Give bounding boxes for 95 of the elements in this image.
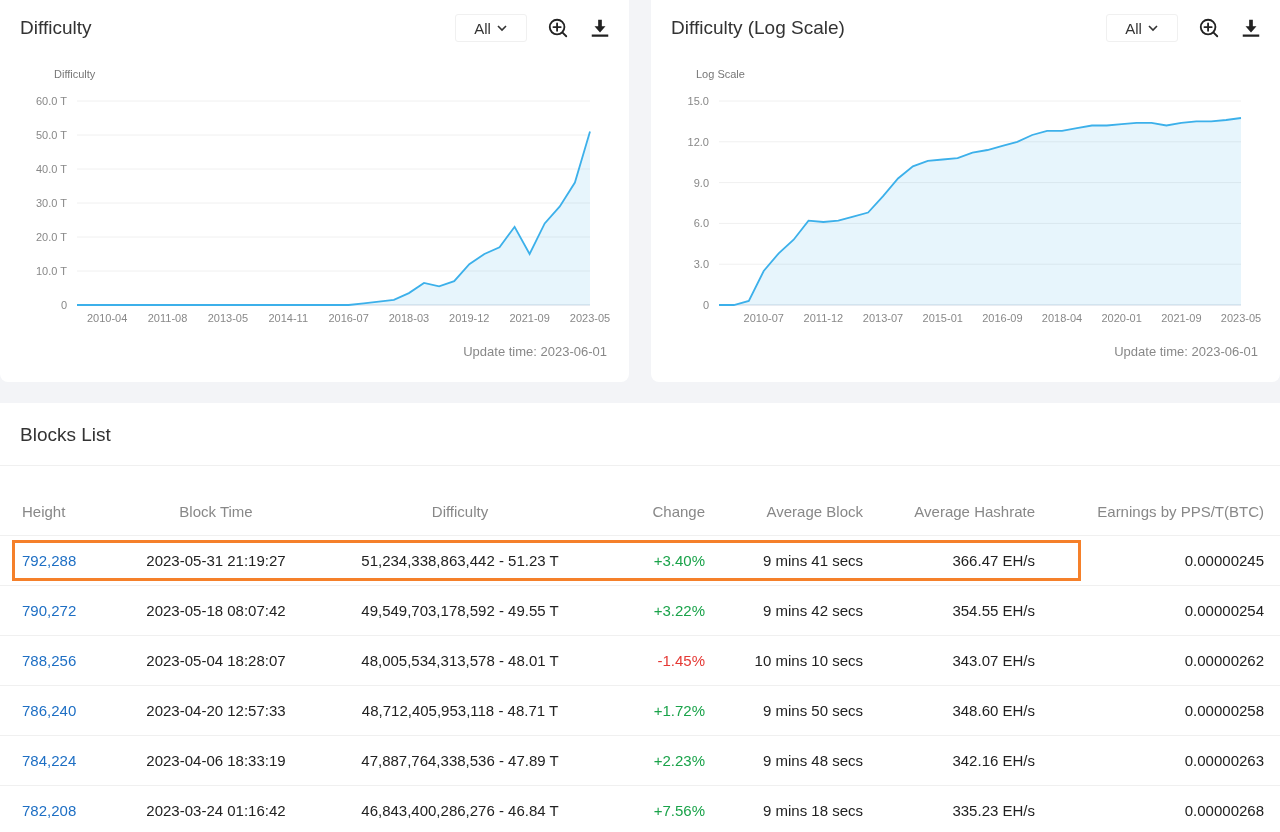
column-header: Change	[651, 503, 705, 520]
table-cell-text: 0.00000263	[1183, 752, 1264, 769]
table-cell-text: 48,005,534,313,578 - 48.01 T	[360, 652, 560, 669]
x-tick-label: 2021-09	[1161, 312, 1202, 324]
axis-title: Log Scale	[696, 68, 745, 80]
table-cell-text: +3.40%	[652, 552, 705, 569]
chevron-down-icon	[1146, 22, 1159, 34]
table-cell-text: 0.00000268	[1183, 802, 1264, 819]
table-cell-text: 2023-03-24 01:16:42	[145, 802, 287, 819]
table-cell-text: 9 mins 18 secs	[761, 802, 863, 819]
table-cell-text: 2023-04-20 12:57:33	[145, 702, 287, 719]
table-cell-text: 348.60 EH/s	[951, 702, 1035, 719]
x-tick-label: 2010-04	[87, 312, 128, 324]
table-cell-text: 335.23 EH/s	[951, 802, 1035, 819]
download-icon[interactable]	[589, 17, 611, 39]
table-cell-text: 48,712,405,953,118 - 48.71 T	[360, 702, 560, 719]
table-cell-text: 2023-05-31 21:19:27	[145, 552, 287, 569]
column-header: Earnings by PPS/T(BTC)	[1096, 503, 1264, 520]
table-cell-text: 9 mins 41 secs	[761, 552, 863, 569]
x-tick-label: 2011-08	[147, 312, 188, 324]
x-tick-label: 2013-07	[862, 312, 904, 324]
y-tick-label: 0	[60, 299, 67, 311]
x-tick-label: 2023-05	[1220, 312, 1261, 324]
update-time: Update time: 2023-06-01	[1113, 343, 1259, 359]
y-tick-label: 0	[702, 299, 709, 311]
section-title: Blocks List	[0, 403, 1280, 466]
table-cell-text: +7.56%	[652, 802, 705, 819]
y-tick-label: 30.0 T	[36, 197, 67, 209]
table-cell-text: 0.00000262	[1183, 652, 1264, 669]
table-cell-text: 366.47 EH/s	[951, 552, 1035, 569]
table-cell-text: 2023-05-04 18:28:07	[145, 652, 287, 669]
x-tick-label: 2018-04	[1041, 312, 1083, 324]
x-tick-label: 2016-07	[328, 312, 369, 324]
axis-title: Difficulty	[54, 68, 96, 80]
x-tick-label: 2018-03	[388, 312, 430, 324]
table-cell-text: +3.22%	[652, 602, 705, 619]
x-tick-label: 2011-12	[803, 312, 844, 324]
table-cell-text: 0.00000258	[1183, 702, 1264, 719]
zoom-in-icon[interactable]	[1198, 17, 1220, 39]
block-height-link[interactable]: 782,208	[12, 802, 122, 819]
table-cell-text: 0.00000254	[1183, 602, 1264, 619]
table-cell-text: 9 mins 50 secs	[761, 702, 863, 719]
block-height-link[interactable]: 784,224	[12, 752, 122, 769]
column-header: Average Block	[765, 503, 863, 520]
chart-title: Difficulty (Log Scale)	[671, 17, 845, 39]
block-height-link[interactable]: 788,256	[12, 652, 122, 669]
chart-title: Difficulty	[20, 17, 92, 39]
y-tick-label: 3.0	[693, 258, 709, 271]
x-tick-label: 2021-09	[509, 312, 550, 324]
block-height-link[interactable]: 786,240	[12, 702, 122, 719]
table-cell-text: 9 mins 42 secs	[761, 602, 863, 619]
x-tick-label: 2020-01	[1101, 312, 1142, 324]
x-tick-label: 2023-05	[569, 312, 610, 324]
block-height-link[interactable]: 790,272	[12, 602, 122, 619]
x-tick-label: 2015-01	[922, 312, 963, 324]
table-cell-text: -1.45%	[656, 652, 705, 669]
y-tick-label: 12.0	[687, 135, 709, 148]
table-cell-text: 343.07 EH/s	[951, 652, 1035, 669]
y-tick-label: 20.0 T	[36, 231, 67, 243]
table-cell-text: +2.23%	[652, 752, 705, 769]
update-time: Update time: 2023-06-01	[462, 343, 608, 359]
y-tick-label: 15.0	[687, 95, 709, 107]
y-tick-label: 40.0 T	[36, 163, 67, 175]
column-header: Height	[21, 503, 67, 520]
table-cell-text: 2023-04-06 18:33:19	[145, 752, 287, 769]
chevron-down-icon	[495, 22, 508, 34]
x-tick-label: 2013-05	[207, 312, 249, 324]
table-cell-text: 10 mins 10 secs	[753, 652, 863, 669]
zoom-in-icon[interactable]	[547, 17, 569, 39]
column-header: Average Hashrate	[913, 503, 1035, 520]
x-tick-label: 2019-12	[449, 312, 490, 324]
block-height-link[interactable]: 792,288	[12, 552, 122, 569]
range-dropdown[interactable]: All	[1106, 14, 1178, 42]
y-tick-label: 9.0	[693, 176, 709, 189]
table-cell-text: 47,887,764,338,536 - 47.89 T	[360, 752, 560, 769]
x-tick-label: 2010-07	[743, 312, 784, 324]
table-cell-text: 51,234,338,863,442 - 51.23 T	[360, 552, 560, 569]
y-tick-label: 60.0 T	[36, 95, 67, 107]
table-cell-text: 2023-05-18 08:07:42	[145, 602, 287, 619]
x-tick-label: 2016-09	[982, 312, 1023, 324]
x-tick-label: 2014-11	[268, 312, 308, 324]
column-header: Block Time	[178, 503, 254, 520]
y-tick-label: 6.0	[693, 217, 709, 230]
column-header: Difficulty	[430, 503, 490, 520]
table-cell-text: 354.55 EH/s	[951, 602, 1035, 619]
download-icon[interactable]	[1240, 17, 1262, 39]
y-tick-label: 10.0 T	[36, 265, 67, 277]
range-dropdown[interactable]: All	[455, 14, 527, 42]
table-cell-text: 46,843,400,286,276 - 46.84 T	[360, 802, 560, 819]
table-cell-text: +1.72%	[652, 702, 705, 719]
table-cell-text: 342.16 EH/s	[951, 752, 1035, 769]
y-tick-label: 50.0 T	[36, 129, 67, 141]
table-cell-text: 0.00000245	[1183, 552, 1264, 569]
table-cell-text: 9 mins 48 secs	[761, 752, 863, 769]
table-cell-text: 49,549,703,178,592 - 49.55 T	[360, 602, 560, 619]
